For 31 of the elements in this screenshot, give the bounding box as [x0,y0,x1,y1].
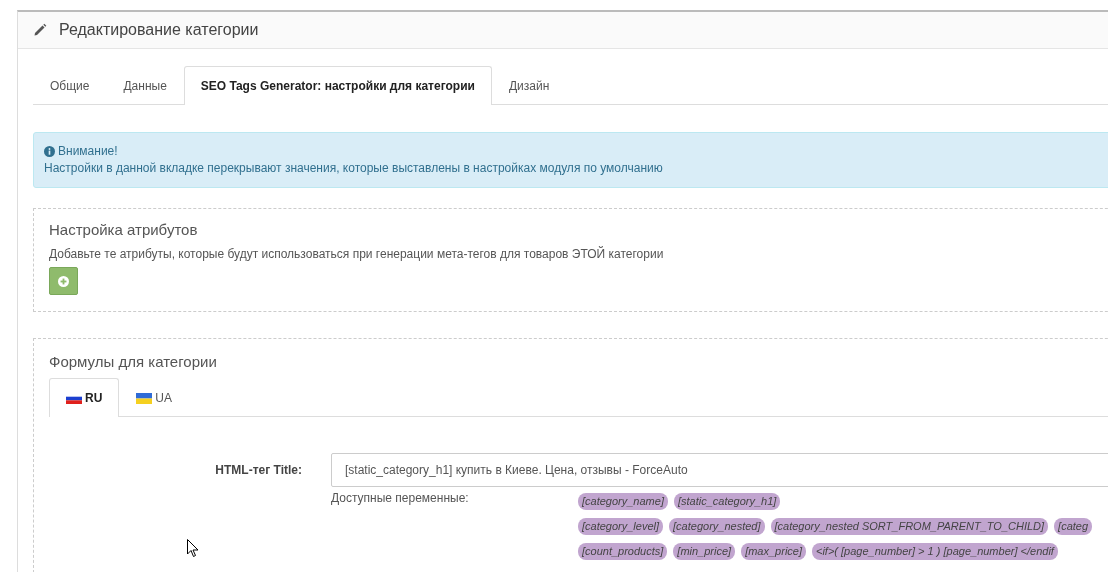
alert-title: Внимание! [58,143,118,160]
section-title: Формулы для категории [49,353,218,370]
tab[interactable]: Общие [33,66,107,105]
title-input-field[interactable]: [static_category_h1] купить в Киеве. Цена, отзывы - ForceAuto [331,453,1108,487]
section-description: Добавьте те атрибуты, которые будут использоваться при генерации мета-тегов для товаров ЭТОЙ категории [49,247,665,261]
tab[interactable]: Данные [106,66,184,105]
variable-tag[interactable]: [static_category_h1] [673,493,781,510]
language-tab[interactable]: RU [49,378,120,417]
variable-tag[interactable]: [category_name] [578,493,668,510]
field-label: HTML-тег Title: [214,462,303,477]
alert-text: Настройки в данной вкладке перекрывают значения, которые выставлены в настройках модуля по умолчанию [44,160,664,177]
section-title: Настройка атрибутов [49,221,199,238]
info-icon [44,146,55,157]
language-tab[interactable]: UA [119,378,189,417]
variable-tag[interactable]: [category_nested] [669,518,765,535]
mouse-cursor-icon [187,539,199,558]
variable-tag[interactable]: [category_nested SORT_FROM_PARENT_TO_CHILD] [770,518,1049,535]
variable-tag[interactable]: <if>( [page_number] > 1 ) [page_number] </endif [812,543,1058,560]
variable-tag[interactable]: [max_price] [741,543,806,560]
pencil-icon [33,23,47,37]
variable-tag[interactable]: [category_level] [578,518,664,535]
variables-label: Доступные переменные: [331,491,470,507]
plus-circle-icon [58,275,69,287]
add-button[interactable] [49,267,78,295]
flag-icon [136,392,153,404]
variable-tag[interactable]: [count_products] [578,543,668,560]
variable-tag[interactable]: [categ [1054,518,1093,535]
variable-tag[interactable]: [min_price] [673,543,736,560]
panel-title: Редактирование категории [59,21,259,39]
tab[interactable]: SEO Tags Generator: настройки для категории [183,66,492,105]
tab[interactable]: Дизайн [491,66,567,105]
